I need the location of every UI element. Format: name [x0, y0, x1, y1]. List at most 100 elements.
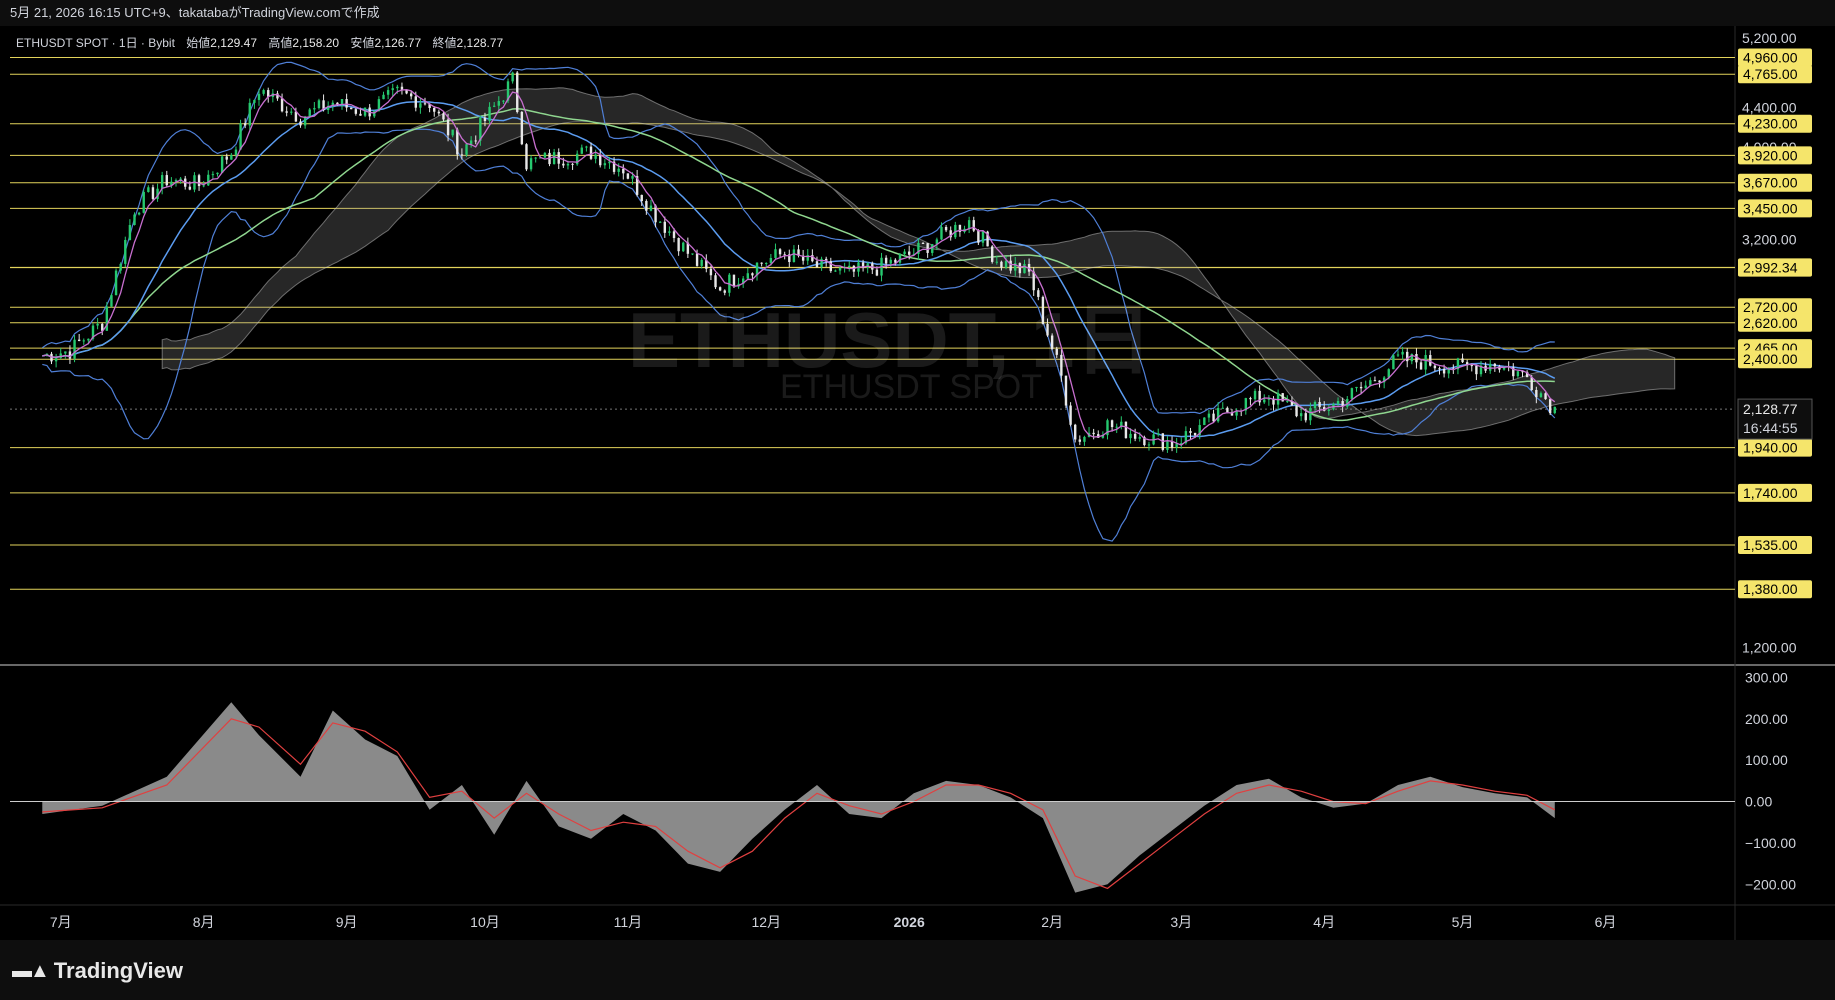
- candle-body: [96, 323, 99, 326]
- candle-body: [54, 358, 58, 362]
- candle-body: [622, 168, 625, 174]
- time-axis-label: 9月: [336, 914, 358, 930]
- candle-body: [437, 111, 441, 114]
- candle-body: [1493, 363, 1497, 367]
- candle-body: [1203, 417, 1206, 426]
- candle-body: [1133, 433, 1137, 439]
- candle-body: [1369, 380, 1372, 386]
- candle-body: [995, 261, 999, 263]
- candle-body: [617, 168, 620, 172]
- candle-body: [1424, 355, 1427, 370]
- candle-body: [903, 251, 906, 255]
- candle-body: [1396, 354, 1400, 356]
- candle-body: [488, 106, 491, 121]
- candle-body: [1373, 380, 1377, 382]
- candle-body: [691, 253, 694, 255]
- candle-body: [792, 249, 796, 262]
- candle-body: [1475, 365, 1478, 375]
- tradingview-logo[interactable]: ▬▲ TradingView: [12, 958, 183, 984]
- candle-body: [1350, 388, 1354, 399]
- candle-body: [1378, 380, 1381, 383]
- candle-body: [465, 144, 468, 155]
- candle-body: [1401, 351, 1404, 355]
- candle-body: [1207, 413, 1211, 418]
- candle-body: [262, 90, 265, 94]
- legend-open-label: 始値: [186, 36, 211, 50]
- candle-body: [114, 270, 118, 296]
- candle-body: [317, 100, 321, 109]
- level-label: 3,670.00: [1743, 175, 1798, 191]
- candle-body: [87, 338, 90, 341]
- oscillator-tick-label: 0.00: [1745, 794, 1772, 810]
- candle-body: [1442, 369, 1446, 374]
- candle-body: [82, 340, 85, 342]
- candle-body: [133, 214, 136, 226]
- candle-body: [409, 93, 413, 97]
- candle-body: [511, 72, 514, 82]
- candle-body: [211, 174, 215, 176]
- candle-body: [580, 147, 583, 154]
- candle-body: [1336, 401, 1340, 404]
- time-axis-label: 2月: [1041, 914, 1063, 930]
- candle-body: [967, 220, 971, 229]
- candle-body: [64, 351, 67, 354]
- last-price-label: 2,128.77: [1743, 401, 1798, 417]
- candle-body: [1226, 407, 1229, 413]
- candle-body: [285, 111, 288, 113]
- candle-body: [160, 175, 164, 189]
- oscillator-area: [42, 702, 1555, 893]
- candle-body: [1216, 408, 1220, 422]
- candle-body: [396, 86, 399, 89]
- candle-body: [1364, 385, 1367, 389]
- level-label: 1,940.00: [1743, 440, 1798, 456]
- candle-body: [543, 152, 547, 158]
- candle-body: [308, 109, 311, 117]
- candle-body: [1170, 441, 1174, 448]
- symbol-watermark-sub: ETHUSDT SPOT: [780, 368, 1042, 406]
- candle-body: [1304, 413, 1307, 421]
- candle-body: [1069, 405, 1072, 425]
- level-label: 2,992.34: [1743, 260, 1798, 276]
- legend-low-value: 2,126.77: [374, 36, 422, 50]
- legend-high-label: 高値: [268, 36, 293, 50]
- candle-body: [1548, 399, 1552, 414]
- oscillator-tick-label: −200.00: [1745, 876, 1796, 892]
- level-label: 3,450.00: [1743, 200, 1798, 216]
- candle-body: [299, 121, 302, 126]
- price-chart-svg[interactable]: 5,200.004,400.004,000.003,200.001,200.00…: [0, 0, 1835, 940]
- candle-body: [1147, 444, 1151, 446]
- candle-body: [386, 90, 390, 95]
- level-label: 2,720.00: [1743, 299, 1798, 315]
- candle-body: [165, 175, 168, 186]
- candle-body: [552, 152, 556, 165]
- time-axis-label: 3月: [1170, 914, 1192, 930]
- level-label: 2,620.00: [1743, 315, 1798, 331]
- candle-body: [1023, 263, 1026, 274]
- candle-body: [419, 103, 422, 108]
- candle-body: [313, 108, 316, 110]
- candle-body: [834, 270, 837, 272]
- candle-body: [77, 339, 81, 342]
- candle-body: [520, 111, 524, 145]
- candle-body: [216, 172, 219, 175]
- symbol-legend: ETHUSDT SPOT · 1日 · Bybit 始値2,129.47 高値2…: [16, 34, 503, 51]
- candle-body: [1318, 402, 1321, 408]
- candle-body: [649, 205, 653, 211]
- candle-body: [1535, 389, 1538, 398]
- tradingview-logo-text: TradingView: [53, 958, 183, 983]
- candle-body: [1470, 365, 1473, 367]
- candle-body: [972, 220, 975, 231]
- candle-body: [658, 221, 662, 223]
- oscillator-tick-label: −100.00: [1745, 835, 1796, 851]
- candle-body: [1355, 386, 1358, 389]
- candle-body: [1419, 362, 1423, 370]
- candle-body: [700, 259, 703, 266]
- oscillator-tick-label: 300.00: [1745, 669, 1788, 685]
- candle-body: [391, 88, 394, 91]
- level-label: 2,400.00: [1743, 351, 1798, 367]
- candle-body: [1115, 426, 1118, 428]
- candle-body: [645, 201, 648, 211]
- candle-body: [682, 242, 685, 252]
- candle-body: [525, 144, 528, 170]
- candle-body: [1438, 368, 1441, 370]
